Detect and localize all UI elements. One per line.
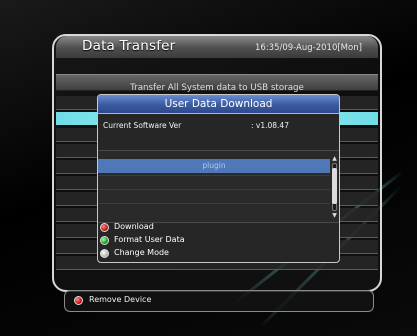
red-button-icon <box>100 223 109 232</box>
datetime-display: 16:35/09-Aug-2010[Mon] <box>255 43 362 53</box>
software-version-label: Current Software Ver <box>103 121 182 130</box>
page-title: Data Transfer <box>82 38 176 54</box>
device-list: plugin ▲ ▼ <box>98 150 339 223</box>
list-item-plugin[interactable]: plugin <box>98 159 330 173</box>
change-mode-label: Change Mode <box>114 248 169 257</box>
software-version-value: : v1.08.47 <box>251 121 289 130</box>
subheader: Transfer All System data to USB storage <box>56 74 378 93</box>
list-scrollbar[interactable]: ▲ ▼ <box>331 155 338 219</box>
remove-device-label[interactable]: Remove Device <box>89 295 151 304</box>
list-divider <box>98 175 330 176</box>
format-user-data-label: Format User Data <box>114 235 185 244</box>
subheader-text: Transfer All System data to USB storage <box>130 83 304 93</box>
white-button-icon <box>100 249 109 258</box>
dialog-title: User Data Download <box>98 95 339 114</box>
list-divider <box>98 189 330 190</box>
list-divider <box>98 203 330 204</box>
red-button-icon <box>74 296 83 305</box>
scroll-thumb[interactable] <box>332 168 337 204</box>
green-button-icon <box>100 236 109 245</box>
down-arrow-icon[interactable]: ▼ <box>331 212 338 219</box>
up-arrow-icon[interactable]: ▲ <box>331 155 338 162</box>
user-data-download-dialog: User Data Download Current Software Ver … <box>97 94 340 263</box>
download-label: Download <box>114 222 154 231</box>
